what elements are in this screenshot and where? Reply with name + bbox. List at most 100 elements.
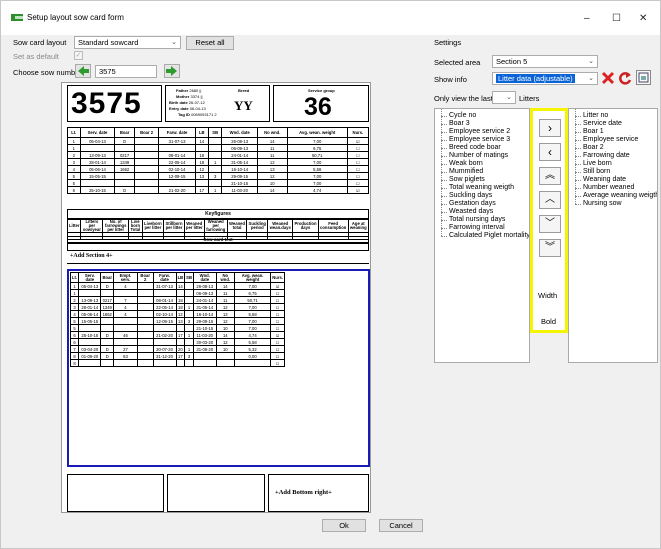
selected-field-item[interactable]: Employee service (569, 132, 657, 144)
section-table-cell: 5 (69, 324, 80, 332)
selected-field-item[interactable]: Boar 1 (569, 124, 657, 136)
section-table-cell (113, 338, 138, 346)
selected-section-5[interactable]: Lt. Serv. date Boar Empt. serv. Boar 2 Farw. … (67, 269, 370, 467)
section-table-cell: 5,32 (233, 345, 272, 353)
move-bottom-button[interactable]: ︾ (539, 239, 561, 257)
available-field-item[interactable]: Number of matings (435, 148, 529, 160)
add-field-button[interactable]: › (539, 119, 561, 137)
sow-info-box[interactable]: Father 2680 || Mother 3374 || Birth date… (165, 85, 270, 122)
selected-field-item[interactable]: Weaning date (569, 172, 657, 184)
litter-table-row: 2 13-09-13 0217 08-01-14 18 24-01-14 11 50,71 ☐ (67, 151, 370, 159)
selected-field-item[interactable]: Farrowing date (569, 148, 657, 160)
set-as-default-checkbox[interactable]: ✓ (74, 51, 83, 60)
available-field-item[interactable]: Cycle no (435, 109, 529, 120)
available-field-item[interactable]: Farrowing interval (435, 220, 529, 232)
available-field-item[interactable]: Boar 3 (435, 116, 529, 128)
section-table-cell: 7,00 (233, 282, 272, 290)
move-down-button[interactable]: ﹀ (539, 215, 561, 233)
available-field-item[interactable]: Gestation days (435, 196, 529, 208)
sow-number-input[interactable]: 3575 (95, 65, 157, 78)
keyfigures-title[interactable]: Keyfigures (67, 209, 369, 219)
litter-table-cell: ☐ (346, 179, 370, 187)
keyfigures-header-cell: No. of farrowings per litter (102, 219, 130, 233)
section-table-cell (78, 289, 102, 297)
show-info-select[interactable]: Litter data (adjustable) ⌄ (492, 72, 598, 85)
sow-card-layout-label: Sow card layout (13, 38, 67, 47)
undo-icon[interactable] (618, 71, 632, 85)
ok-button[interactable]: Ok (322, 519, 366, 532)
litter-table-header-row: Lt. Serv. date Boar Boar 2 Farw. date LB SB Wnd… (67, 127, 370, 138)
available-fields-list[interactable]: Cycle no Boar 3 Employee service 2 Employee… (434, 108, 530, 363)
selected-field-item[interactable]: Service date (569, 116, 657, 128)
service-group-box[interactable]: Service group 36 (273, 85, 369, 122)
available-field-item[interactable]: Weasted days (435, 204, 529, 216)
add-section-4-link[interactable]: +Add Section 4+ (70, 253, 113, 259)
available-field-item[interactable]: Sow piglets (435, 172, 529, 184)
available-field-item[interactable]: Mummified (435, 164, 529, 176)
selected-field-item[interactable]: Average weaning weigth (569, 188, 657, 200)
litter-table-cell (158, 179, 196, 187)
available-field-item[interactable]: Calculated Piglet mortality (435, 228, 529, 240)
section-table-cell: ☐ (270, 324, 285, 332)
section-table-cell: 08-01-14 (152, 296, 177, 304)
reset-all-button[interactable]: Reset all (186, 36, 234, 50)
maximize-button[interactable]: ☐ (612, 13, 621, 24)
available-field-item[interactable]: Total weaning weigth (435, 180, 529, 192)
move-up-button[interactable]: ︿ (539, 191, 561, 209)
available-field-item[interactable]: Employee service 2 (435, 124, 529, 136)
section-table-cell (175, 338, 186, 346)
available-field-item[interactable]: Employee service 3 (435, 132, 529, 144)
selected-field-item[interactable]: Number weaned (569, 180, 657, 192)
available-field-item[interactable]: Breed code boar (435, 140, 529, 152)
mother-label: Mother (176, 94, 190, 99)
section-table-cell (113, 359, 138, 367)
section-table-cell: 1 (69, 289, 80, 297)
selected-field-item[interactable]: Nursing sow (569, 196, 657, 208)
section-litter-table[interactable]: Lt. Serv. date Boar Empt. serv. Boar 2 Farw. … (69, 272, 285, 367)
layout-preview-icon[interactable] (636, 70, 651, 85)
bottom-right-box[interactable]: +Add Bottom right+ (268, 474, 369, 512)
section-table-row: 8 01-09-20 D 63 31-12-20 17 3 0,00 ☐ (69, 352, 285, 360)
bottom-middle-box[interactable] (167, 474, 265, 512)
section-table-cell (215, 352, 236, 360)
section-table-row: 5 21-10-15 10 7,00 ☐ (69, 324, 285, 332)
minimize-button[interactable]: – (584, 13, 590, 24)
litter-table-cell: 5 (67, 179, 81, 187)
previous-sow-button[interactable] (75, 64, 91, 78)
selected-field-item[interactable]: Still born (569, 164, 657, 176)
close-button[interactable]: ✕ (639, 13, 647, 24)
keyfigures-header-cell: Weaned wean.days (267, 219, 294, 233)
chevron-down-icon: ⌄ (588, 75, 594, 82)
litter-table-cell: ☑ (346, 186, 370, 194)
section-table-cell: ☑ (270, 282, 285, 290)
litter-table-cell: 5 (67, 172, 81, 180)
sow-number-box[interactable]: 3575 (67, 85, 162, 122)
sow-card-layout-select[interactable]: Standard sowcard ⌄ (74, 36, 181, 49)
remove-field-button[interactable]: ‹ (539, 143, 561, 161)
cancel-button[interactable]: Cancel (379, 519, 423, 532)
entry-label: Entry date (169, 106, 189, 111)
add-bottom-right-link[interactable]: +Add Bottom right+ (275, 489, 332, 496)
available-field-item[interactable]: Suckling days (435, 188, 529, 200)
available-field-item[interactable]: Total nursing days (435, 212, 529, 224)
sow-card-text-title[interactable]: Sow card text (67, 236, 369, 243)
selected-area-select[interactable]: Section 5 ⌄ (492, 55, 598, 68)
delete-icon[interactable] (601, 71, 615, 85)
section-table-cell (113, 324, 138, 332)
sow-card-text-area[interactable] (67, 243, 369, 251)
bottom-left-box[interactable] (67, 474, 164, 512)
keyfigures-header-cell: Feed consumption (317, 219, 349, 233)
selected-fields-list[interactable]: Litter no Service date Boar 1 Employee serv… (568, 108, 658, 363)
litter-table-cell: 10 (256, 179, 288, 187)
section-table-cell (215, 359, 236, 367)
section-table-cell: 5,58 (233, 338, 272, 346)
selected-field-item[interactable]: Live born (569, 156, 657, 168)
selected-field-item[interactable]: Litter no (569, 109, 657, 120)
move-top-button[interactable]: ︽ (539, 167, 561, 185)
next-sow-button[interactable] (164, 64, 180, 78)
litter-table[interactable]: Lt. Serv. date Boar Boar 2 Farw. date LB SB Wnd… (67, 127, 370, 194)
selected-field-item[interactable]: Boar 2 (569, 140, 657, 152)
father-label: Father (176, 88, 189, 93)
litters-count-select[interactable]: ⌄ (492, 91, 516, 104)
available-field-item[interactable]: Weak born (435, 156, 529, 168)
